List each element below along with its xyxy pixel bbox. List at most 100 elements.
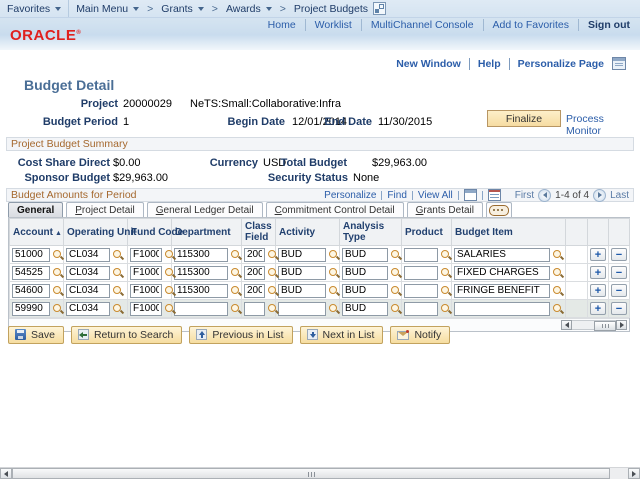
lookup-icon[interactable] bbox=[440, 249, 452, 261]
lookup-icon[interactable] bbox=[112, 249, 124, 261]
lookup-icon[interactable] bbox=[390, 303, 402, 315]
lookup-icon[interactable] bbox=[328, 267, 340, 279]
lookup-icon[interactable] bbox=[52, 267, 64, 279]
new-window-link[interactable]: New Window bbox=[388, 58, 461, 70]
lookup-icon[interactable] bbox=[52, 303, 64, 315]
column-header-product[interactable]: Product bbox=[402, 219, 452, 246]
return-to-search-button[interactable]: Return to Search bbox=[71, 326, 182, 344]
budget-item-input[interactable] bbox=[454, 284, 550, 298]
help-link[interactable]: Help bbox=[469, 58, 501, 70]
lookup-icon[interactable] bbox=[267, 249, 279, 261]
department-input[interactable] bbox=[174, 248, 228, 262]
lookup-icon[interactable] bbox=[164, 285, 176, 297]
scrollbar-thumb[interactable] bbox=[594, 321, 616, 331]
analysis-type-input[interactable] bbox=[342, 284, 388, 298]
account-input[interactable] bbox=[12, 266, 50, 280]
operating-unit-input[interactable] bbox=[66, 302, 110, 316]
column-header-class-field[interactable]: Class Field bbox=[242, 219, 276, 246]
lookup-icon[interactable] bbox=[390, 267, 402, 279]
delete-row-button[interactable]: − bbox=[611, 284, 627, 297]
delete-row-button[interactable]: − bbox=[611, 248, 627, 261]
grid-horizontal-scrollbar[interactable] bbox=[561, 320, 627, 330]
tab-general-ledger-detail[interactable]: General Ledger Detail bbox=[147, 202, 263, 217]
scrollbar-track[interactable] bbox=[12, 468, 628, 479]
budget-item-input[interactable] bbox=[454, 248, 550, 262]
analysis-type-input[interactable] bbox=[342, 266, 388, 280]
lookup-icon[interactable] bbox=[267, 303, 279, 315]
lookup-icon[interactable] bbox=[440, 267, 452, 279]
class-field-input[interactable] bbox=[244, 266, 265, 280]
breadcrumb-main-menu[interactable]: Main Menu bbox=[69, 0, 146, 17]
tab-general[interactable]: General bbox=[8, 202, 63, 217]
lookup-icon[interactable] bbox=[230, 267, 242, 279]
fund-code-input[interactable] bbox=[130, 248, 162, 262]
lookup-icon[interactable] bbox=[112, 267, 124, 279]
multichannel-console-link[interactable]: MultiChannel Console bbox=[361, 19, 474, 31]
home-link[interactable]: Home bbox=[259, 19, 296, 31]
lookup-icon[interactable] bbox=[390, 285, 402, 297]
view-all-link[interactable]: View All bbox=[418, 190, 453, 201]
personalize-page-link[interactable]: Personalize Page bbox=[509, 58, 604, 70]
worklist-link[interactable]: Worklist bbox=[305, 19, 352, 31]
lookup-icon[interactable] bbox=[328, 285, 340, 297]
product-input[interactable] bbox=[404, 266, 438, 280]
activity-input[interactable] bbox=[278, 266, 326, 280]
activity-input[interactable] bbox=[278, 248, 326, 262]
class-field-input[interactable] bbox=[244, 248, 265, 262]
class-field-input[interactable] bbox=[244, 284, 265, 298]
next-page-icon[interactable] bbox=[593, 189, 606, 202]
product-input[interactable] bbox=[404, 248, 438, 262]
account-input[interactable] bbox=[12, 284, 50, 298]
lookup-icon[interactable] bbox=[112, 285, 124, 297]
scroll-left-icon[interactable] bbox=[0, 468, 12, 479]
process-monitor-link[interactable]: Process Monitor bbox=[566, 113, 640, 137]
lookup-icon[interactable] bbox=[230, 285, 242, 297]
previous-in-list-button[interactable]: Previous in List bbox=[189, 326, 292, 344]
budget-item-input[interactable] bbox=[454, 302, 550, 316]
account-input[interactable] bbox=[12, 302, 50, 316]
column-header-fund-code[interactable]: Fund Code bbox=[128, 219, 172, 246]
previous-page-icon[interactable] bbox=[538, 189, 551, 202]
breadcrumb-expand-icon[interactable] bbox=[373, 2, 386, 15]
budget-item-input[interactable] bbox=[454, 266, 550, 280]
activity-input[interactable] bbox=[278, 284, 326, 298]
analysis-type-input[interactable] bbox=[342, 302, 388, 316]
lookup-icon[interactable] bbox=[552, 285, 564, 297]
lookup-icon[interactable] bbox=[440, 303, 452, 315]
scrollbar-thumb[interactable] bbox=[12, 468, 610, 479]
scrollbar-track[interactable] bbox=[572, 320, 616, 330]
add-row-button[interactable]: + bbox=[590, 302, 606, 315]
find-link[interactable]: Find bbox=[387, 190, 406, 201]
fund-code-input[interactable] bbox=[130, 302, 162, 316]
breadcrumb-project-budgets[interactable]: Project Budgets bbox=[287, 0, 393, 17]
last-link[interactable]: Last bbox=[610, 190, 629, 201]
tab-grants-detail[interactable]: Grants Detail bbox=[407, 202, 483, 217]
lookup-icon[interactable] bbox=[164, 303, 176, 315]
add-row-button[interactable]: + bbox=[590, 266, 606, 279]
analysis-type-input[interactable] bbox=[342, 248, 388, 262]
column-header-operating-unit[interactable]: Operating Unit bbox=[64, 219, 128, 246]
delete-row-button[interactable]: − bbox=[611, 302, 627, 315]
finalize-button[interactable]: Finalize bbox=[487, 110, 561, 127]
column-header-activity[interactable]: Activity bbox=[276, 219, 340, 246]
scroll-right-icon[interactable] bbox=[616, 320, 627, 330]
lookup-icon[interactable] bbox=[390, 249, 402, 261]
next-in-list-button[interactable]: Next in List bbox=[300, 326, 384, 344]
lookup-icon[interactable] bbox=[440, 285, 452, 297]
sign-out-link[interactable]: Sign out bbox=[578, 19, 630, 31]
department-input[interactable] bbox=[174, 284, 228, 298]
class-field-input[interactable] bbox=[244, 302, 265, 316]
breadcrumb-awards[interactable]: Awards bbox=[219, 0, 279, 17]
scroll-left-icon[interactable] bbox=[561, 320, 572, 330]
personalize-link[interactable]: Personalize bbox=[324, 190, 376, 201]
delete-row-button[interactable]: − bbox=[611, 266, 627, 279]
page-horizontal-scrollbar[interactable] bbox=[0, 467, 640, 479]
department-input[interactable] bbox=[174, 302, 228, 316]
first-link[interactable]: First bbox=[515, 190, 534, 201]
scroll-right-icon[interactable] bbox=[628, 468, 640, 479]
lookup-icon[interactable] bbox=[164, 249, 176, 261]
add-to-favorites-link[interactable]: Add to Favorites bbox=[483, 19, 569, 31]
lookup-icon[interactable] bbox=[52, 249, 64, 261]
popup-window-icon[interactable] bbox=[464, 189, 477, 201]
column-header-department[interactable]: Department bbox=[172, 219, 242, 246]
